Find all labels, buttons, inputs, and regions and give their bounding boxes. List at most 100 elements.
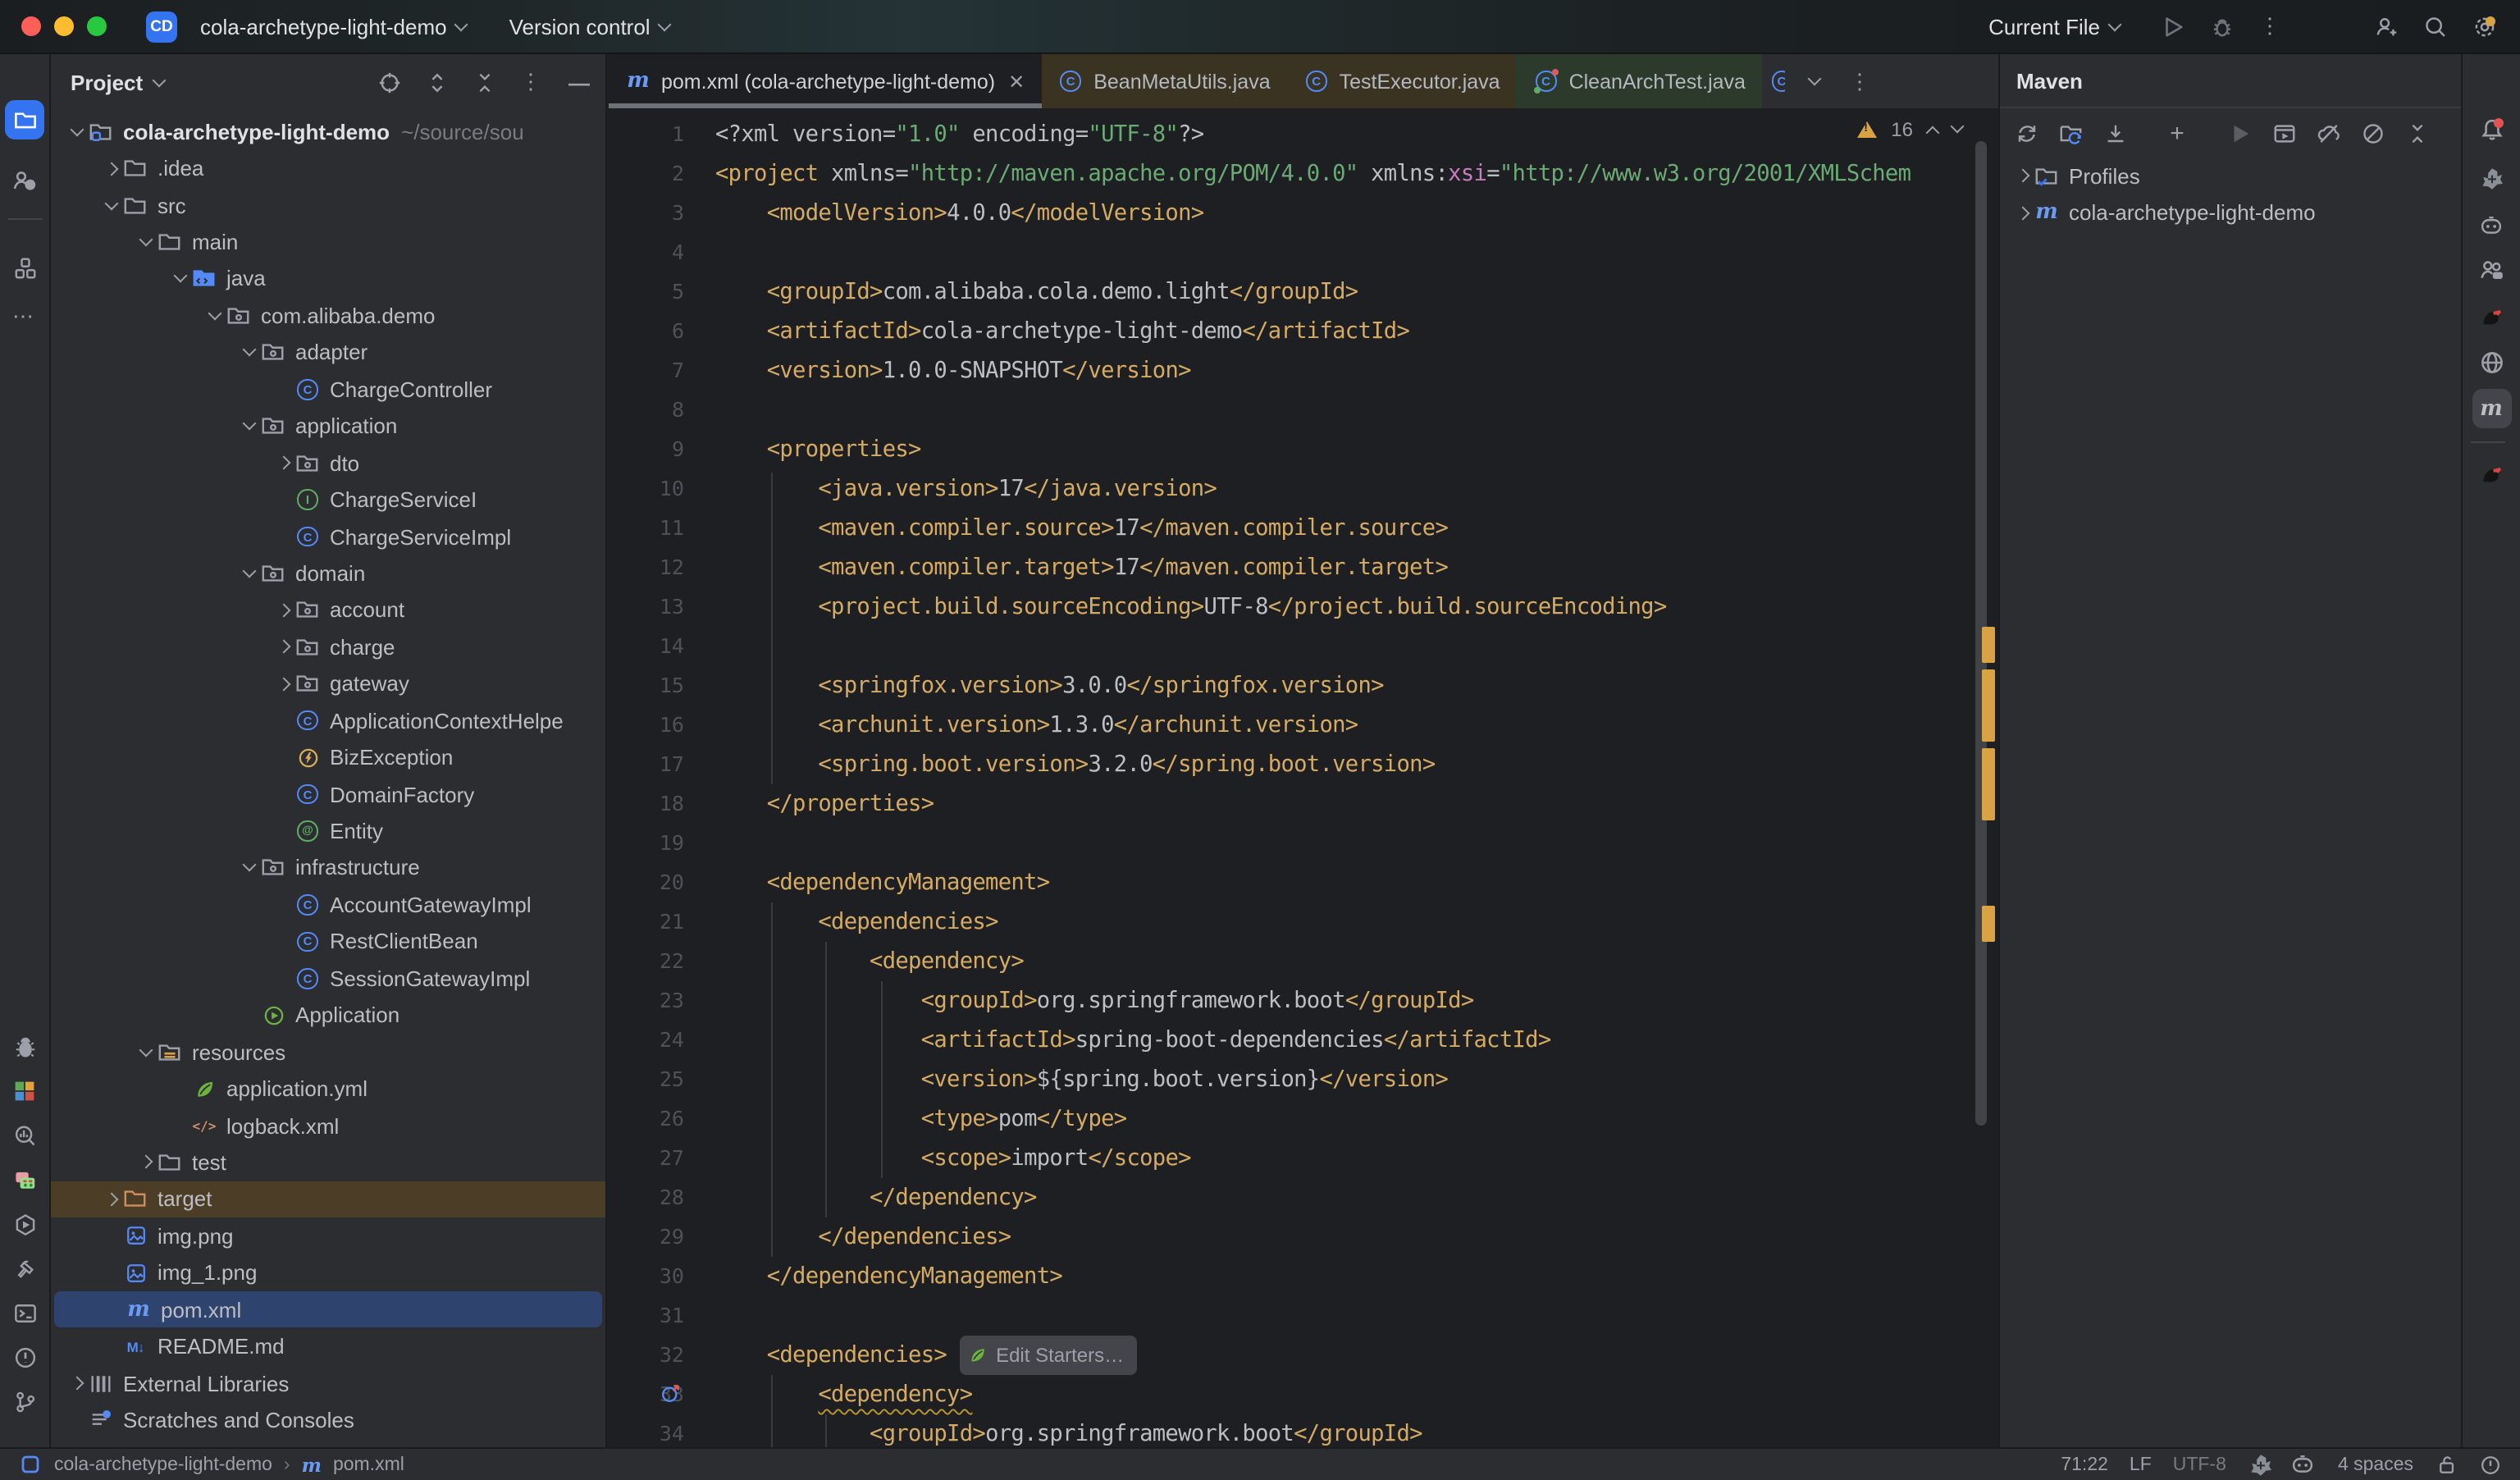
line-number[interactable]: 34 bbox=[609, 1414, 684, 1447]
tree-item-logback.xml[interactable]: </>logback.xml bbox=[51, 1108, 605, 1144]
chevron-down-icon[interactable] bbox=[70, 122, 84, 136]
editor-tab-clipped[interactable]: C bbox=[1762, 54, 1785, 108]
line-number[interactable]: 2 bbox=[609, 154, 684, 194]
run-icon[interactable] bbox=[2226, 120, 2253, 146]
code-line-28[interactable]: 28 </dependency> bbox=[609, 1178, 1998, 1217]
code-line-32[interactable]: 32 <dependencies>Edit Starters… bbox=[609, 1336, 1998, 1375]
tree-item-img.png[interactable]: img.png bbox=[51, 1217, 605, 1254]
line-number[interactable]: 30 bbox=[609, 1257, 684, 1296]
line-number[interactable]: 24 bbox=[609, 1021, 684, 1060]
line-number[interactable]: 21 bbox=[609, 902, 684, 942]
chevron-right-icon[interactable] bbox=[70, 1377, 84, 1391]
tool-strip-button-git[interactable] bbox=[5, 1382, 44, 1421]
skip-tests-icon[interactable] bbox=[2359, 120, 2385, 146]
tree-item-main[interactable]: main bbox=[51, 224, 605, 261]
search-icon[interactable] bbox=[2422, 13, 2448, 39]
tree-item-application[interactable]: Application bbox=[51, 997, 605, 1034]
editor-tab-pom.xml-cola-archetype-light-demo-[interactable]: mpom.xml (cola-archetype-light-demo)✕ bbox=[609, 54, 1041, 108]
more-icon[interactable]: ⋮ bbox=[518, 69, 545, 95]
settings-icon[interactable] bbox=[2471, 13, 2497, 39]
line-number[interactable]: 13 bbox=[609, 587, 684, 627]
editor-tab-beanmetautils.java[interactable]: CBeanMetaUtils.java bbox=[1041, 54, 1286, 108]
tree-item-application.yml[interactable]: application.yml bbox=[51, 1071, 605, 1108]
line-number[interactable]: 29 bbox=[609, 1217, 684, 1257]
minimize-window-button[interactable] bbox=[54, 16, 74, 36]
code-line-19[interactable]: 19 bbox=[609, 824, 1998, 863]
prev-warning-icon[interactable] bbox=[1926, 126, 1940, 139]
download-sources-icon[interactable] bbox=[2102, 120, 2128, 146]
line-number[interactable]: 28 bbox=[609, 1178, 684, 1217]
tree-item-domain[interactable]: domain bbox=[51, 555, 605, 592]
tool-strip-button-terminal[interactable] bbox=[5, 1293, 44, 1332]
reload-folder-icon[interactable] bbox=[2057, 120, 2084, 146]
collapse-all-icon[interactable] bbox=[2404, 120, 2430, 146]
chevron-right-icon[interactable] bbox=[276, 603, 290, 617]
indent-style[interactable]: 4 spaces bbox=[2338, 1455, 2413, 1474]
code-line-14[interactable]: 14 bbox=[609, 627, 1998, 666]
line-number[interactable]: 6 bbox=[609, 312, 684, 351]
line-number[interactable]: 5 bbox=[609, 272, 684, 312]
code-line-26[interactable]: 26 <type>pom</type> bbox=[609, 1099, 1998, 1139]
code-line-10[interactable]: 10 <java.version>17</java.version> bbox=[609, 469, 1998, 509]
tool-strip-button-build[interactable] bbox=[5, 1249, 44, 1288]
breadcrumb-file[interactable]: pom.xml bbox=[333, 1455, 404, 1474]
line-number[interactable]: 1 bbox=[609, 115, 684, 154]
expand-all-icon[interactable] bbox=[423, 69, 450, 95]
tree-item-domainfactory[interactable]: CDomainFactory bbox=[51, 776, 605, 813]
error-icon[interactable] bbox=[2477, 1451, 2504, 1478]
collapse-all-icon[interactable] bbox=[471, 69, 497, 95]
tree-item-chargeserviceimpl[interactable]: CChargeServiceImpl bbox=[51, 518, 605, 555]
add-icon[interactable]: + bbox=[2164, 120, 2190, 146]
line-number[interactable]: 3 bbox=[609, 194, 684, 233]
line-number[interactable]: 18 bbox=[609, 784, 684, 824]
tree-item-test[interactable]: test bbox=[51, 1144, 605, 1181]
plugin-geo-icon[interactable] bbox=[2248, 1451, 2274, 1478]
edit-starters-chip[interactable]: Edit Starters… bbox=[960, 1336, 1137, 1375]
code-line-21[interactable]: 21 <dependencies> bbox=[609, 902, 1998, 942]
caret-position[interactable]: 71:22 bbox=[2061, 1455, 2108, 1474]
tree-item-infrastructure[interactable]: infrastructure bbox=[51, 850, 605, 887]
editor-tab-testexecutor.java[interactable]: CTestExecutor.java bbox=[1287, 54, 1517, 108]
chevron-right-icon[interactable] bbox=[2016, 206, 2029, 220]
zoom-window-button[interactable] bbox=[87, 16, 107, 36]
line-number[interactable]: 27 bbox=[609, 1139, 684, 1178]
tree-item-java[interactable]: java bbox=[51, 261, 605, 298]
tree-item-target[interactable]: target bbox=[51, 1181, 605, 1217]
editor-content[interactable]: 1<?xml version="1.0" encoding="UTF-8"?>2… bbox=[609, 108, 1998, 1447]
chevron-down-icon[interactable] bbox=[139, 233, 153, 247]
line-number[interactable]: 4 bbox=[609, 233, 684, 272]
offline-mode-icon[interactable] bbox=[2315, 120, 2341, 146]
code-line-9[interactable]: 9 <properties> bbox=[609, 430, 1998, 469]
tree-item-application[interactable]: application bbox=[51, 408, 605, 445]
add-user-icon[interactable] bbox=[2372, 13, 2399, 39]
run-goal-icon[interactable] bbox=[2271, 120, 2297, 146]
tree-item-cola-archetype-light-demo[interactable]: cola-archetype-light-demo~/source/sou bbox=[51, 113, 605, 150]
close-window-button[interactable] bbox=[21, 16, 41, 36]
tool-strip-button-bird[interactable] bbox=[2472, 297, 2511, 336]
tool-strip-button-structure[interactable] bbox=[5, 248, 44, 287]
run-icon[interactable] bbox=[2159, 13, 2185, 39]
chevron-right-icon[interactable] bbox=[276, 677, 290, 691]
tree-item-readme.md[interactable]: M↓README.md bbox=[51, 1328, 605, 1365]
code-line-2[interactable]: 2<project xmlns="http://maven.apache.org… bbox=[609, 154, 1998, 194]
code-line-11[interactable]: 11 <maven.compiler.source>17</maven.comp… bbox=[609, 509, 1998, 548]
line-number[interactable]: 16 bbox=[609, 706, 684, 745]
chevron-down-icon[interactable] bbox=[1801, 68, 1828, 94]
code-line-22[interactable]: 22 <dependency> bbox=[609, 942, 1998, 981]
line-number[interactable]: 14 bbox=[609, 627, 684, 666]
tree-item-applicationcontexthelpe[interactable]: CApplicationContextHelpe bbox=[51, 702, 605, 739]
line-number[interactable]: 25 bbox=[609, 1060, 684, 1099]
tool-strip-button-plugin-geo[interactable] bbox=[2472, 159, 2511, 199]
chevron-down-icon[interactable] bbox=[242, 564, 256, 578]
project-panel-title[interactable]: Project bbox=[71, 70, 164, 94]
tree-item-com.alibaba.demo[interactable]: com.alibaba.demo bbox=[51, 297, 605, 334]
code-line-16[interactable]: 16 <archunit.version>1.3.0</archunit.ver… bbox=[609, 706, 1998, 745]
line-number[interactable]: 7 bbox=[609, 351, 684, 391]
tool-strip-button-cards[interactable] bbox=[5, 1160, 44, 1199]
line-number[interactable]: 12 bbox=[609, 548, 684, 587]
maven-tree[interactable]: Profilesmcola-archetype-light-demo bbox=[2000, 158, 2461, 231]
line-number[interactable]: 19 bbox=[609, 824, 684, 863]
hide-icon[interactable]: — bbox=[566, 69, 592, 95]
tool-strip-button-people-chat[interactable] bbox=[2472, 251, 2511, 290]
code-line-15[interactable]: 15 <springfox.version>3.0.0</springfox.v… bbox=[609, 666, 1998, 706]
